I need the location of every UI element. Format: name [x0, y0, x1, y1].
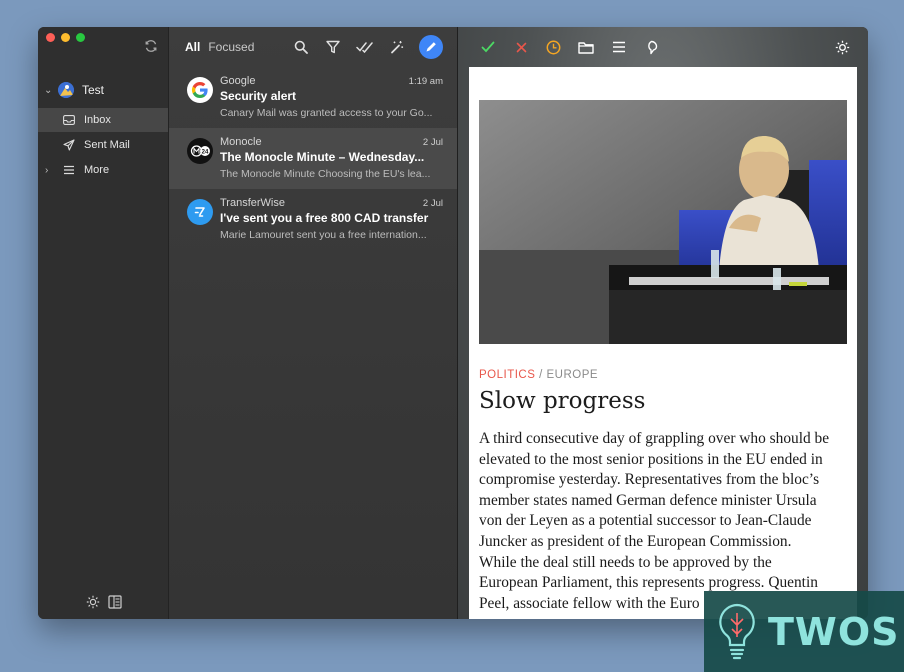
message-date: 2 Jul	[422, 198, 443, 209]
close-window-button[interactable]	[46, 33, 55, 42]
message-sender: Monocle	[220, 136, 262, 148]
tab-focused[interactable]: Focused	[208, 40, 254, 54]
list-header: All Focused	[169, 27, 457, 67]
compose-button[interactable]	[419, 35, 443, 59]
kicker-subsection[interactable]: EUROPE	[547, 369, 599, 381]
message-date: 1:19 am	[408, 76, 443, 87]
sidebar-footer	[86, 595, 122, 609]
kicker-separator: /	[535, 369, 547, 381]
tab-all[interactable]: All	[185, 40, 200, 54]
message-date: 2 Jul	[422, 137, 443, 148]
message-preview: The Monocle Minute Choosing the EU's lea…	[220, 168, 431, 180]
search-icon[interactable]	[291, 37, 311, 57]
transferwise-logo-icon	[187, 199, 213, 225]
zoom-window-button[interactable]	[76, 33, 85, 42]
message-preview: Marie Lamouret sent you a free internati…	[220, 229, 427, 241]
snooze-clock-icon[interactable]	[544, 38, 562, 56]
watermark-text: TWOS	[768, 609, 900, 654]
body-line: elevated to the most senior positions in…	[479, 450, 823, 468]
body-line: Juncker as president of the European Com…	[479, 532, 792, 550]
brightness-icon[interactable]	[833, 38, 851, 56]
account-row-test[interactable]: ⌄ Test	[38, 80, 168, 100]
pencil-icon	[426, 42, 436, 52]
sidebar: ⌄ Test Inbox Sent Mail › More	[38, 27, 169, 619]
message-row[interactable]: TransferWise 2 Jul I've sent you a free …	[169, 189, 457, 250]
svg-text:24: 24	[202, 150, 209, 156]
lightbulb-logo-icon	[719, 603, 755, 659]
filter-icon[interactable]	[323, 37, 343, 57]
email-body: POLITICS / EUROPE Slow progress A third …	[469, 67, 857, 619]
tag-icon[interactable]	[642, 38, 660, 56]
monocle-logo-icon: 24	[187, 138, 213, 164]
menu-icon[interactable]	[610, 38, 628, 56]
chevron-right-icon[interactable]: ›	[45, 165, 48, 176]
message-sender: Google	[220, 75, 256, 87]
article-kicker: POLITICS / EUROPE	[479, 369, 598, 381]
body-line: member states named German defence minis…	[479, 491, 817, 509]
body-line: compromise yesterday. Representatives fr…	[479, 471, 820, 489]
body-line: von der Leyen as a potential successor t…	[479, 512, 812, 530]
sidebar-item-label: Sent Mail	[84, 139, 130, 151]
magic-wand-icon[interactable]	[387, 37, 407, 57]
brightness-icon[interactable]	[86, 595, 100, 609]
article-body: A third consecutive day of grappling ove…	[479, 429, 847, 614]
sidebar-item-label: More	[84, 164, 110, 176]
delete-icon[interactable]	[512, 38, 530, 56]
minimize-window-button[interactable]	[61, 33, 70, 42]
folder-icon[interactable]	[577, 38, 595, 56]
message-list: All Focused Google 1:19 am Security aler…	[169, 27, 458, 619]
mark-all-read-icon[interactable]	[355, 37, 375, 57]
checkmark-icon[interactable]	[479, 38, 497, 56]
message-subject: The Monocle Minute – Wednesday...	[220, 150, 425, 164]
message-subject: I've sent you a free 800 CAD transfer	[220, 211, 429, 225]
sidebar-item-label: Inbox	[84, 114, 111, 126]
chevron-down-icon[interactable]: ⌄	[44, 85, 54, 96]
article-headline: Slow progress	[479, 388, 646, 414]
account-label: Test	[82, 83, 105, 97]
message-row[interactable]: 24 Monocle 2 Jul The Monocle Minute – We…	[169, 128, 457, 189]
reading-pane: POLITICS / EUROPE Slow progress A third …	[458, 27, 868, 619]
message-sender: TransferWise	[220, 197, 285, 209]
kicker-section[interactable]: POLITICS	[479, 369, 535, 381]
message-row[interactable]: Google 1:19 am Security alert Canary Mai…	[169, 67, 457, 128]
body-line: While the deal still needs to be approve…	[479, 553, 772, 571]
list-icon	[62, 163, 76, 177]
account-avatar	[58, 82, 74, 98]
paper-plane-icon	[62, 138, 76, 152]
layout-toggle-icon[interactable]	[108, 595, 122, 609]
inbox-icon	[62, 113, 76, 127]
app-window: ⌄ Test Inbox Sent Mail › More All Focuse…	[38, 27, 868, 619]
message-preview: Canary Mail was granted access to your G…	[220, 107, 433, 119]
twos-watermark: TWOS	[704, 591, 904, 672]
reader-toolbar	[458, 27, 868, 67]
sync-icon[interactable]	[144, 39, 158, 53]
message-subject: Security alert	[220, 89, 297, 103]
google-logo-icon	[187, 77, 213, 103]
body-line: A third consecutive day of grappling ove…	[479, 430, 830, 447]
sidebar-item-inbox[interactable]: Inbox	[38, 108, 168, 132]
article-photo	[479, 100, 847, 344]
sidebar-item-more[interactable]: › More	[38, 158, 168, 182]
list-toolbar	[291, 35, 443, 59]
sidebar-item-sent-mail[interactable]: Sent Mail	[38, 133, 168, 157]
